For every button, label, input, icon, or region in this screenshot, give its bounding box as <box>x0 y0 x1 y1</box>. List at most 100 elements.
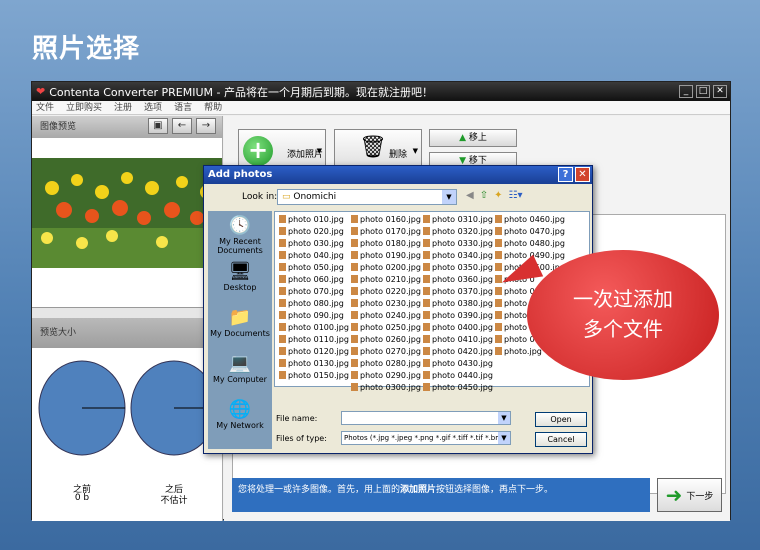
file-item[interactable]: photo 070.jpg <box>279 286 351 298</box>
dialog-controls: ? ✕ <box>556 167 590 182</box>
file-item[interactable]: photo 060.jpg <box>279 274 351 286</box>
up-folder-icon[interactable]: ⇧ <box>480 190 488 201</box>
file-item[interactable]: photo 0350.jpg <box>423 262 495 274</box>
place-my-computer[interactable]: 💻 My Computer <box>208 349 272 395</box>
file-item[interactable]: photo 010.jpg <box>279 214 351 226</box>
file-item[interactable]: photo 0390.jpg <box>423 310 495 322</box>
help-icon[interactable]: ? <box>558 167 573 182</box>
open-button[interactable]: Open <box>535 412 587 427</box>
file-item[interactable]: photo 0110.jpg <box>279 334 351 346</box>
file-item[interactable]: photo 0360.jpg <box>423 274 495 286</box>
my-network-icon: 🌐 <box>228 399 252 420</box>
file-item[interactable]: photo 0370.jpg <box>423 286 495 298</box>
file-item[interactable]: photo 0220.jpg <box>351 286 423 298</box>
file-name-input[interactable]: ▼ <box>341 411 511 425</box>
file-item[interactable]: photo 0480.jpg <box>495 238 567 250</box>
chevron-down-icon[interactable]: ▼ <box>498 432 510 444</box>
file-item[interactable]: photo 0260.jpg <box>351 334 423 346</box>
file-item[interactable]: photo 0320.jpg <box>423 226 495 238</box>
file-item[interactable]: photo 0400.jpg <box>423 322 495 334</box>
size-pies <box>38 360 218 456</box>
menu-language[interactable]: 语言 <box>174 101 192 114</box>
file-item[interactable]: photo 0210.jpg <box>351 274 423 286</box>
cancel-button[interactable]: Cancel <box>535 432 587 447</box>
file-item[interactable]: photo 080.jpg <box>279 298 351 310</box>
file-column-1: photo 010.jpg photo 020.jpg photo 030.jpg p… <box>279 214 351 382</box>
menu-options[interactable]: 选项 <box>144 101 162 114</box>
file-item[interactable]: photo 0250.jpg <box>351 322 423 334</box>
file-item[interactable]: photo 0240.jpg <box>351 310 423 322</box>
file-item[interactable]: photo 040.jpg <box>279 250 351 262</box>
view-menu-icon[interactable]: ☷▾ <box>508 190 522 201</box>
place-my-network[interactable]: 🌐 My Network <box>208 395 272 441</box>
file-item[interactable]: photo 0160.jpg <box>351 214 423 226</box>
place-recent[interactable]: 🕓 My Recent Documents <box>208 211 272 257</box>
close-icon[interactable]: ✕ <box>575 167 590 182</box>
file-item[interactable]: photo 0460.jpg <box>495 214 567 226</box>
file-item[interactable]: photo 0470.jpg <box>495 226 567 238</box>
info-text-bold: 添加照片 <box>400 485 437 495</box>
file-item[interactable]: photo 0170.jpg <box>351 226 423 238</box>
preview-header: 图像预览 ▣ ← → <box>32 116 222 138</box>
chevron-down-icon[interactable]: ▼ <box>498 412 510 424</box>
file-item[interactable]: photo 090.jpg <box>279 310 351 322</box>
file-item[interactable]: photo 0440.jpg <box>423 370 495 382</box>
file-item[interactable]: photo 0280.jpg <box>351 358 423 370</box>
file-item[interactable]: photo 0450.jpg <box>423 382 495 394</box>
file-item[interactable]: photo 030.jpg <box>279 238 351 250</box>
dialog-titlebar: Add photos ? ✕ <box>204 166 592 184</box>
file-item[interactable]: photo 0310.jpg <box>423 214 495 226</box>
file-item[interactable]: photo 0410.jpg <box>423 334 495 346</box>
file-item[interactable]: photo 0420.jpg <box>423 346 495 358</box>
file-item[interactable]: photo 0270.jpg <box>351 346 423 358</box>
file-item[interactable]: photo 0180.jpg <box>351 238 423 250</box>
file-item[interactable]: photo 0380.jpg <box>423 298 495 310</box>
file-item[interactable]: photo 0340.jpg <box>423 250 495 262</box>
chevron-down-icon[interactable]: ▼ <box>442 190 456 204</box>
recycle-bin-icon: 🗑 <box>359 135 387 160</box>
menu-help[interactable]: 帮助 <box>204 101 222 114</box>
back-icon[interactable]: ◀ <box>466 190 474 201</box>
menu-file[interactable]: 文件 <box>36 101 54 114</box>
file-item[interactable]: photo 0120.jpg <box>279 346 351 358</box>
place-desktop[interactable]: 🖥 Desktop <box>208 257 272 303</box>
preview-buttons: ▣ ← → <box>144 118 216 134</box>
minimize-icon[interactable]: _ <box>679 85 693 98</box>
file-item[interactable]: photo 0100.jpg <box>279 322 351 334</box>
file-item[interactable]: photo 0330.jpg <box>423 238 495 250</box>
file-item[interactable]: photo 0230.jpg <box>351 298 423 310</box>
window-controls: _ □ ✕ <box>679 85 730 98</box>
file-item[interactable]: photo 050.jpg <box>279 262 351 274</box>
size-label: 预览大小 <box>40 328 77 338</box>
file-item[interactable]: photo 0150.jpg <box>279 370 351 382</box>
file-column-2: photo 0160.jpg photo 0170.jpg photo 0180.j… <box>351 214 423 394</box>
file-item[interactable]: photo 0290.jpg <box>351 370 423 382</box>
file-item[interactable]: photo 0190.jpg <box>351 250 423 262</box>
move-up-button[interactable]: ▲ 移上 <box>429 129 517 147</box>
size-header: 预览大小 <box>32 318 222 348</box>
stamp-icon[interactable]: ▣ <box>148 118 168 134</box>
close-icon[interactable]: ✕ <box>713 85 727 98</box>
menu-buy[interactable]: 立即购买 <box>66 101 102 114</box>
file-item[interactable]: photo 020.jpg <box>279 226 351 238</box>
file-item[interactable]: photo 0300.jpg <box>351 382 423 394</box>
new-folder-icon[interactable]: ✦ <box>494 190 502 201</box>
app-titlebar: ❤ Contenta Converter PREMIUM - 产品将在一个月期后… <box>32 82 730 101</box>
look-in-select[interactable]: ▭ Onomichi ▼ <box>277 189 457 205</box>
delete-label: 删除 <box>389 150 408 160</box>
files-of-type-select[interactable]: Photos (*.jpg *.jpeg *.png *.gif *.tiff … <box>341 431 511 445</box>
place-my-documents-label: My Documents <box>210 329 270 338</box>
folder-icon: ▭ <box>282 192 291 202</box>
menu-register[interactable]: 注册 <box>114 101 132 114</box>
maximize-icon[interactable]: □ <box>696 85 710 98</box>
file-item[interactable]: photo 0430.jpg <box>423 358 495 370</box>
look-in-label: Look in: <box>242 192 278 202</box>
preview-image <box>32 158 222 268</box>
place-my-documents[interactable]: 📁 My Documents <box>208 303 272 349</box>
arrow-right-icon[interactable]: → <box>196 118 216 134</box>
file-item[interactable]: photo 0130.jpg <box>279 358 351 370</box>
next-button[interactable]: ➜ 下一步 <box>657 478 722 512</box>
arrow-left-icon[interactable]: ← <box>172 118 192 134</box>
file-item[interactable]: photo 0200.jpg <box>351 262 423 274</box>
info-bar: 您将处理一或许多图像。首先，用上面的添加照片按钮选择图像，再点下一步。 <box>232 478 650 512</box>
